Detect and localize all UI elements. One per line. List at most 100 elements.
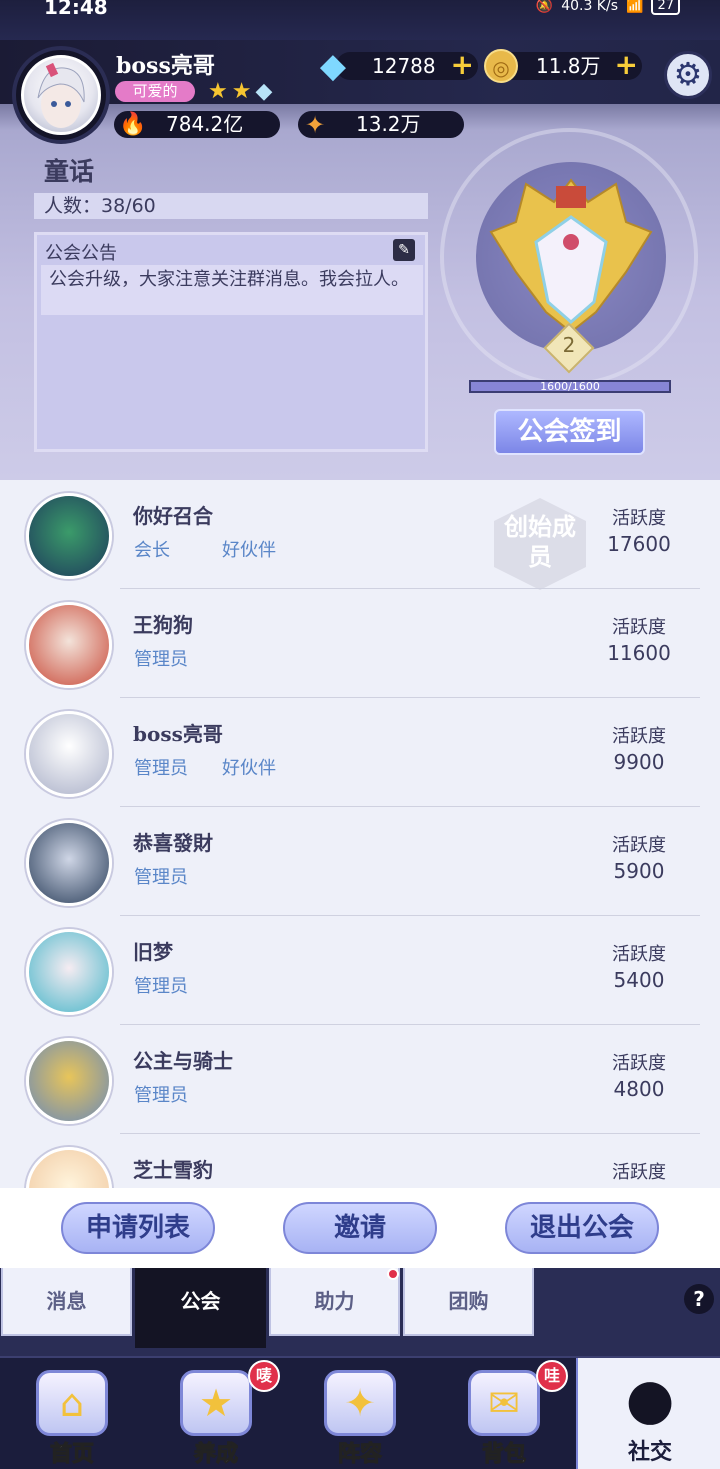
nav-badge: 唛 xyxy=(248,1360,280,1392)
guild-name: 童话 xyxy=(44,157,95,186)
bottom-nav: ⌂ 首页 ★ 唛 养成 ✦ 阵容 ✉ 哇 背包 ● 社交 xyxy=(0,1356,720,1469)
tab-assist[interactable]: 助力 xyxy=(269,1268,400,1336)
nav-home[interactable]: ⌂ 首页 xyxy=(0,1358,144,1469)
nav-label: 背包 xyxy=(481,1441,526,1468)
sparkle-icon: ✦ xyxy=(304,111,326,139)
activity-label: 活跃度 xyxy=(612,726,666,747)
member-role: 管理员 xyxy=(134,758,188,779)
announcement-text: 公会升级，大家注意关注群消息。我会拉人。 xyxy=(49,269,409,290)
tab-group-buy[interactable]: 团购 xyxy=(403,1268,534,1336)
activity-value: 11600 xyxy=(607,641,671,665)
member-row[interactable]: 王狗狗 管理员 活跃度 11600 xyxy=(0,589,720,698)
nav-social[interactable]: ● 社交 xyxy=(576,1358,720,1469)
status-bar: 12:48 🔕 40.3 K/s 📶 27 xyxy=(0,0,720,22)
activity-label: 活跃度 xyxy=(612,1162,666,1183)
nav-lineup[interactable]: ✦ 阵容 xyxy=(288,1358,432,1469)
member-row[interactable]: 芝士雪豹 活跃度 xyxy=(0,1134,720,1188)
activity-value: 9900 xyxy=(613,750,665,774)
member-name: 王狗狗 xyxy=(133,613,193,637)
guild-member-count: 人数：38/60 xyxy=(34,193,428,219)
member-name: 芝士雪豹 xyxy=(133,1158,213,1182)
guild-announcement: 公会公告 ✎ 公会升级，大家注意关注群消息。我会拉人。 xyxy=(34,232,428,452)
quit-guild-button[interactable]: 退出公会 xyxy=(505,1202,659,1254)
member-role: 管理员 xyxy=(134,1085,188,1106)
social-subtabs: 消息 公会 助力 团购 xyxy=(0,1268,720,1356)
activity-label: 活跃度 xyxy=(612,508,666,529)
member-name: 恭喜發財 xyxy=(133,831,213,855)
guild-checkin-button[interactable]: 公会签到 xyxy=(494,409,645,455)
nav-bag[interactable]: ✉ 哇 背包 xyxy=(432,1358,576,1469)
bag-icon: ✉ xyxy=(468,1370,540,1436)
star-icon: ★ xyxy=(231,79,252,104)
announcement-label: 公会公告 xyxy=(45,243,117,264)
nav-label: 养成 xyxy=(193,1441,238,1468)
gold-counter: ◎ 11.8万 + xyxy=(484,49,642,83)
member-avatar[interactable] xyxy=(26,711,112,797)
member-tag: 好伙伴 xyxy=(222,540,276,561)
member-row[interactable]: 恭喜發財 管理员 活跃度 5900 xyxy=(0,807,720,916)
member-list[interactable]: 你好召合 会长 好伙伴 创始成员 活跃度 17600 王狗狗 管理员 活跃度 1… xyxy=(0,480,720,1188)
status-time: 12:48 xyxy=(44,0,108,19)
guild-xp-bar: 1600/1600 xyxy=(469,380,671,393)
member-role: 会长 xyxy=(134,540,170,561)
add-diamonds-button[interactable]: + xyxy=(451,51,474,79)
help-icon[interactable]: ? xyxy=(684,1284,714,1314)
coin-icon: ◎ xyxy=(484,49,518,83)
diamond-icon: ◆ xyxy=(255,79,273,104)
member-avatar[interactable] xyxy=(26,820,112,906)
mute-icon: 🔕 xyxy=(535,0,554,14)
star-icon: ★ xyxy=(180,1370,252,1436)
activity-value: 5400 xyxy=(613,968,665,992)
nav-label: 社交 xyxy=(627,1439,672,1465)
apply-list-button[interactable]: 申请列表 xyxy=(61,1202,215,1254)
settings-gear-icon[interactable]: ⚙ xyxy=(664,51,712,99)
net-speed: 40.3 K/s xyxy=(561,0,619,14)
member-row[interactable]: 公主与骑士 管理员 活跃度 4800 xyxy=(0,1025,720,1134)
member-tag: 好伙伴 xyxy=(222,758,276,779)
player-avatar[interactable] xyxy=(21,55,101,135)
member-avatar[interactable] xyxy=(26,493,112,579)
member-avatar[interactable] xyxy=(26,1147,112,1188)
tab-guild[interactable]: 公会 xyxy=(135,1268,266,1348)
player-name: boss亮哥 xyxy=(116,53,215,79)
guild-header: 12:48 🔕 40.3 K/s 📶 27 boss亮哥 可爱的 ★ ★ ◆ ◆… xyxy=(0,0,720,480)
guild-level: 2 xyxy=(562,333,576,357)
nav-label: 首页 xyxy=(49,1441,94,1468)
emblem-crest-icon xyxy=(489,178,653,334)
rank-stars: ★ ★ ◆ xyxy=(208,79,272,104)
invite-button[interactable]: 邀请 xyxy=(283,1202,437,1254)
add-gold-button[interactable]: + xyxy=(615,51,638,79)
guild-actions-bar: 申请列表 邀请 退出公会 xyxy=(0,1188,720,1268)
notification-dot xyxy=(387,1268,399,1280)
activity-label: 活跃度 xyxy=(612,617,666,638)
star-counter: ✦ 13.2万 xyxy=(298,111,464,139)
activity-value: 4800 xyxy=(613,1077,665,1101)
edit-icon[interactable]: ✎ xyxy=(393,239,415,261)
member-avatar[interactable] xyxy=(26,602,112,688)
member-row[interactable]: 你好召合 会长 好伙伴 创始成员 活跃度 17600 xyxy=(0,480,720,590)
player-title-badge: 可爱的 xyxy=(115,81,195,102)
member-name: 公主与骑士 xyxy=(133,1049,233,1073)
nav-develop[interactable]: ★ 唛 养成 xyxy=(144,1358,288,1469)
member-row[interactable]: boss亮哥 管理员 好伙伴 活跃度 9900 xyxy=(0,698,720,807)
member-avatar[interactable] xyxy=(26,1038,112,1124)
flame-icon: 🔥 xyxy=(119,112,147,137)
member-name: 你好召合 xyxy=(133,504,213,528)
founder-badge: 创始成员 xyxy=(494,498,586,590)
member-row[interactable]: 旧梦 管理员 活跃度 5400 xyxy=(0,916,720,1025)
lineup-icon: ✦ xyxy=(324,1370,396,1436)
member-role: 管理员 xyxy=(134,867,188,888)
activity-label: 活跃度 xyxy=(612,1053,666,1074)
member-role: 管理员 xyxy=(134,649,188,670)
guild-emblem xyxy=(476,162,666,352)
tab-messages[interactable]: 消息 xyxy=(1,1268,132,1336)
social-icon: ● xyxy=(625,1367,675,1432)
member-avatar[interactable] xyxy=(26,929,112,1015)
gem-icon: ◆ xyxy=(319,46,347,86)
member-name: boss亮哥 xyxy=(133,722,223,746)
nav-label: 阵容 xyxy=(337,1441,382,1468)
wifi-icon: 📶 xyxy=(626,0,644,14)
member-role: 管理员 xyxy=(134,976,188,997)
power-counter: 🔥 784.2亿 xyxy=(114,111,280,138)
activity-label: 活跃度 xyxy=(612,835,666,856)
